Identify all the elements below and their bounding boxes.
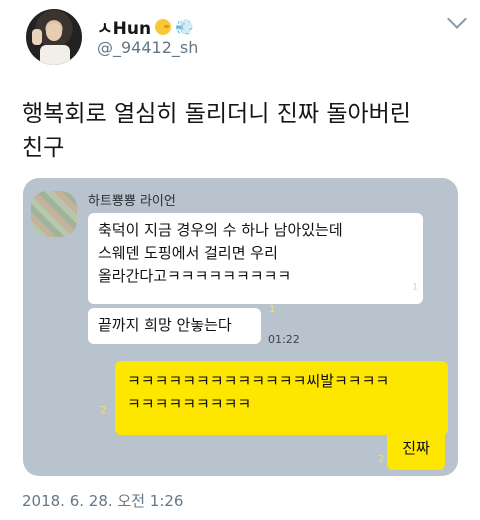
message-time: 01:22 (268, 333, 300, 346)
tweet-text: 행복회로 열심히 돌리더니 진짜 돌아버린 친구 (22, 97, 462, 165)
display-name[interactable]: ㅅHun (97, 14, 151, 39)
my-message-1: ㅋㅋㅋㅋㅋㅋㅋㅋㅋㅋㅋㅋㅋ씨발ㅋㅋㅋㅋ ㅋㅋㅋㅋㅋㅋㅋㅋㅋ (115, 361, 448, 435)
friend-message-1: 축덕이 지금 경우의 수 하나 남아있는데 스웨덴 도핑에서 걸리면 우리 올라… (88, 213, 423, 304)
name-row: ㅅHun 💨 (97, 14, 194, 40)
tweet-timestamp[interactable]: 2018. 6. 28. 오전 1:26 (22, 490, 183, 511)
friend-avatar (31, 191, 77, 237)
tweet-text-line-1: 행복회로 열심히 돌리더니 진짜 돌아버린 (22, 101, 411, 127)
unread-count: 1 (269, 304, 276, 315)
wind-emoji-icon: 💨 (175, 17, 194, 36)
unread-count: 2 (378, 454, 385, 465)
tweet-text-line-2: 친구 (22, 135, 65, 161)
friend-name: 하트뿅뿅 라이언 (88, 194, 176, 209)
unread-count: 2 (100, 405, 107, 416)
profile-avatar[interactable] (26, 9, 82, 65)
unread-count: 1 (412, 282, 419, 293)
avatar-hand (32, 29, 42, 45)
chick-emoji-icon (155, 18, 172, 35)
chevron-down-icon[interactable] (447, 9, 467, 29)
avatar-shirt (40, 45, 70, 65)
avatar-face (46, 23, 62, 41)
user-handle[interactable]: @_94412_sh (97, 38, 198, 57)
friend-message-2: 끝까지 희망 안놓는다 (88, 308, 261, 344)
my-message-2: 진짜 (387, 428, 445, 470)
chat-screenshot[interactable]: 하트뿅뿅 라이언 축덕이 지금 경우의 수 하나 남아있는데 스웨덴 도핑에서 … (23, 178, 458, 476)
